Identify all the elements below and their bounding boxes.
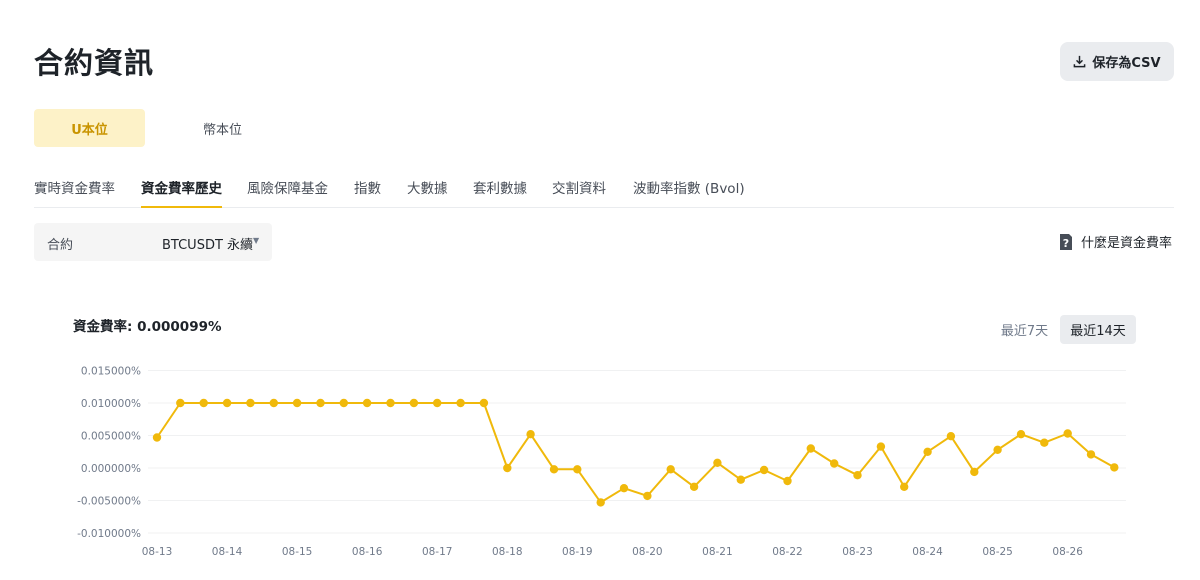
funding-rate-chart: 0.015000% 0.010000% 0.005000% 0.000000% -0.0… (77, 366, 1126, 558)
data-point (386, 398, 395, 408)
data-point (596, 498, 605, 507)
data-point (573, 465, 582, 474)
data-point (713, 458, 722, 467)
data-point (900, 482, 909, 491)
what-is-funding-rate-link[interactable]: ? 什麼是資金費率 (1058, 232, 1172, 251)
question-doc-icon: ? (1060, 233, 1072, 250)
data-point (316, 398, 325, 408)
tab-funding-rate-history[interactable]: 資金費率歷史 (141, 177, 222, 208)
x-tick-label: 08-17 (422, 546, 453, 558)
y-tick-label: 0.005000% (81, 431, 141, 443)
tab-realtime-funding-rate[interactable]: 實時資金費率 (34, 177, 115, 208)
data-point (549, 465, 559, 474)
contract-select[interactable]: 合約 BTCUSDT 永續 ▼ (34, 223, 272, 261)
y-tick-label: 0.010000% (81, 398, 141, 410)
chevron-down-icon: ▼ (253, 236, 260, 245)
x-tick-label: 08-26 (1052, 546, 1083, 558)
data-point (246, 398, 255, 408)
data-point (269, 398, 278, 408)
x-tick-label: 08-19 (562, 546, 593, 558)
tab-delivery-info[interactable]: 交割資料 (552, 177, 606, 208)
save-csv-button[interactable]: 保存為CSV (1060, 42, 1174, 81)
data-point (806, 444, 815, 453)
y-tick-label: -0.005000% (77, 496, 141, 508)
data-point (1040, 438, 1049, 447)
y-tick-label: -0.010000% (77, 528, 141, 540)
save-csv-label: 保存為CSV (1092, 56, 1161, 71)
data-point (222, 398, 232, 408)
data-point (876, 442, 886, 451)
data-point (479, 398, 489, 408)
data-point (923, 447, 932, 456)
data-point (830, 459, 839, 468)
current-funding-rate: 資金費率: 0.000099% (73, 319, 222, 335)
contract-label: 合約 (47, 238, 74, 253)
x-tick-label: 08-16 (352, 546, 383, 558)
data-point (292, 398, 302, 408)
x-tick-label: 08-20 (632, 546, 663, 558)
tab-usdt-margined[interactable]: U本位 (34, 109, 145, 147)
x-tick-label: 08-13 (142, 546, 173, 558)
data-point (503, 463, 512, 473)
tab-arbitrage-data[interactable]: 套利數據 (473, 177, 527, 208)
x-tick-label: 08-23 (842, 546, 873, 558)
data-point (736, 475, 745, 484)
x-tick-label: 08-22 (772, 546, 803, 558)
range-7-days-button[interactable]: 最近7天 (996, 315, 1053, 344)
data-point (619, 484, 629, 493)
tab-index[interactable]: 指數 (354, 177, 381, 208)
svg-text:?: ? (1063, 237, 1069, 250)
x-tick-label: 08-15 (282, 546, 313, 558)
data-point (526, 430, 535, 439)
data-point (1063, 429, 1072, 438)
y-tick-label: 0.000000% (81, 463, 141, 475)
data-point (409, 398, 419, 408)
y-tick-label: 0.015000% (81, 366, 141, 378)
data-point (993, 445, 1002, 454)
data-point (689, 482, 699, 491)
x-tick-label: 08-21 (702, 546, 733, 558)
x-tick-label: 08-25 (982, 546, 1013, 558)
tab-big-data[interactable]: 大數據 (407, 177, 448, 208)
data-point (152, 433, 162, 442)
page-title: 合約資訊 (34, 46, 155, 80)
data-point (759, 465, 769, 475)
contract-value: BTCUSDT 永續 (162, 238, 254, 253)
data-point (199, 398, 208, 408)
data-point (853, 471, 862, 480)
tab-insurance-fund[interactable]: 風險保障基金 (247, 177, 328, 208)
sub-tab-bar: 實時資金費率 資金費率歷史 風險保障基金 指數 大數據 套利數據 交割資料 波動… (34, 168, 1174, 208)
funding-rate-line (156, 402, 1115, 504)
data-point (176, 398, 185, 408)
tab-volatility-index[interactable]: 波動率指數 (Bvol) (633, 177, 745, 208)
download-icon (1074, 55, 1086, 68)
x-tick-label: 08-18 (492, 546, 523, 558)
data-point (970, 467, 979, 477)
data-point (1110, 463, 1119, 472)
data-point (433, 398, 442, 408)
range-14-days-button[interactable]: 最近14天 (1060, 315, 1136, 344)
data-point (362, 398, 372, 408)
x-tick-label: 08-14 (212, 546, 243, 558)
data-point (643, 491, 652, 501)
x-tick-label: 08-24 (912, 546, 943, 558)
tab-coin-margined[interactable]: 幣本位 (167, 109, 278, 147)
data-point (666, 465, 675, 474)
data-point (339, 398, 348, 408)
data-point (1086, 450, 1096, 459)
data-point (783, 476, 792, 486)
data-point (456, 398, 465, 408)
data-point (1016, 430, 1026, 439)
data-point (946, 432, 956, 441)
help-label: 什麼是資金費率 (1081, 236, 1173, 251)
